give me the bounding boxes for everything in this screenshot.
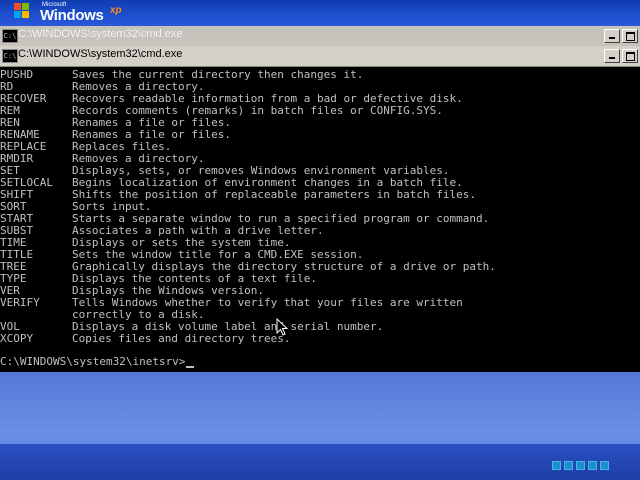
- loading-progress-indicator: [552, 461, 609, 470]
- maximize-icon[interactable]: [622, 29, 638, 43]
- windows-flag-icon: [14, 3, 30, 19]
- progress-block: [576, 461, 585, 470]
- progress-block: [552, 461, 561, 470]
- desktop-bottom-band: [0, 444, 640, 480]
- command-name: VERIFY: [0, 296, 40, 309]
- cmd-icon: C:\: [2, 49, 18, 63]
- progress-block: [600, 461, 609, 470]
- progress-block: [588, 461, 597, 470]
- mouse-pointer-icon: [276, 318, 288, 336]
- maximize-icon[interactable]: [622, 49, 638, 63]
- cmd-window-controls: [604, 49, 638, 63]
- windows-label: Windows: [40, 7, 104, 24]
- minimize-icon[interactable]: [604, 49, 620, 63]
- command-prompt[interactable]: C:\WINDOWS\system32\inetsrv>: [0, 355, 195, 368]
- background-window-controls: [604, 29, 638, 43]
- console-output[interactable]: PUSHD Saves the current directory then ch…: [0, 67, 640, 372]
- background-cmd-window[interactable]: C:\ C:\WINDOWS\system32\cmd.exe: [0, 26, 640, 47]
- progress-block: [564, 461, 573, 470]
- prompt-text: C:\WINDOWS\system32\inetsrv>: [0, 355, 186, 368]
- command-description: Copies files and directory trees.: [72, 332, 291, 345]
- command-name: XCOPY: [0, 332, 34, 345]
- xp-label: xp: [110, 5, 122, 16]
- background-window-title: C:\WINDOWS\system32\cmd.exe: [18, 28, 183, 40]
- xp-brand-strip: Microsoft Windows xp: [0, 0, 640, 26]
- cmd-window[interactable]: C:\ C:\WINDOWS\system32\cmd.exe PUSHD Sav…: [0, 46, 640, 372]
- cmd-titlebar[interactable]: C:\ C:\WINDOWS\system32\cmd.exe: [0, 46, 640, 67]
- minimize-icon[interactable]: [604, 29, 620, 43]
- cmd-window-title: C:\WINDOWS\system32\cmd.exe: [18, 48, 183, 60]
- text-cursor: [186, 366, 195, 368]
- cmd-icon: C:\: [2, 29, 18, 43]
